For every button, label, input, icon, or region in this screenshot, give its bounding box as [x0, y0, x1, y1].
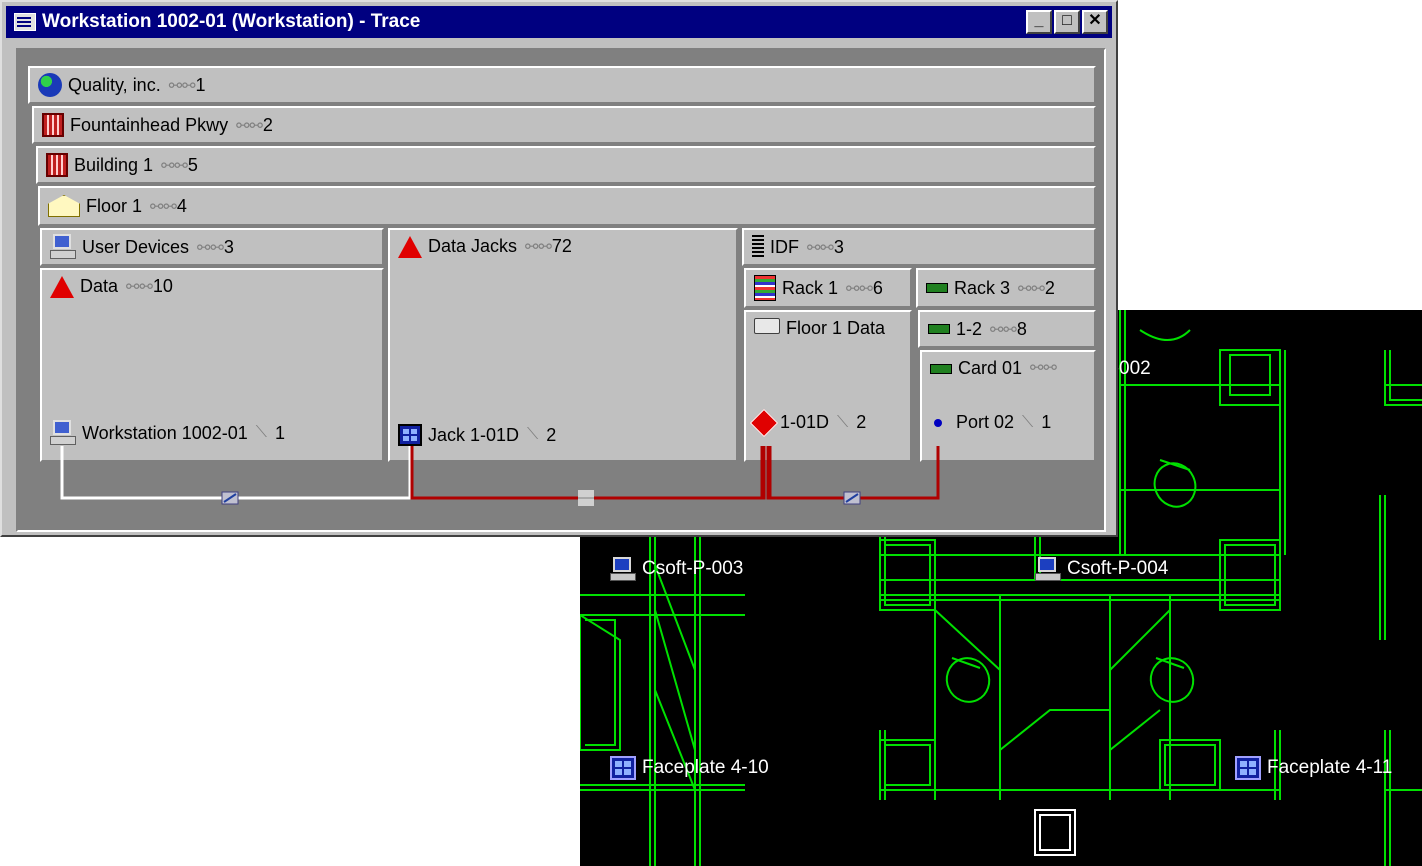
title-bar[interactable]: Workstation 1002-01 (Workstation) - Trac… [6, 6, 1112, 38]
trace-connections [60, 446, 940, 506]
window-controls: _ □ ✕ [1026, 10, 1108, 34]
close-button[interactable]: ✕ [1082, 10, 1108, 34]
computer-icon [610, 556, 636, 582]
minimize-button[interactable]: _ [1026, 10, 1052, 34]
cad-faceplate-4-11[interactable]: Faceplate 4-11 [1235, 756, 1392, 780]
cad-label-text: Csoft-P-003 [642, 558, 744, 579]
trace-window[interactable]: Workstation 1002-01 (Workstation) - Trac… [0, 0, 1118, 537]
window-title: Workstation 1002-01 (Workstation) - Trac… [42, 11, 421, 32]
cad-faceplate-4-10[interactable]: Faceplate 4-10 [610, 756, 769, 780]
cad-device-p003[interactable]: Csoft-P-003 [610, 556, 743, 582]
cad-device-p004[interactable]: Csoft-P-004 [1035, 556, 1168, 582]
faceplate-icon [610, 756, 636, 780]
cad-label-text: Faceplate 4-11 [1267, 757, 1393, 778]
faceplate-icon [1235, 756, 1261, 780]
maximize-button[interactable]: □ [1054, 10, 1080, 34]
cad-label-text: Csoft-P-004 [1067, 558, 1169, 579]
computer-icon [1035, 556, 1061, 582]
window-app-icon[interactable] [14, 13, 36, 31]
cad-label-text: Faceplate 4-10 [642, 757, 769, 778]
trace-content: Quality, inc. ⚯⚯1 Fountainhead Pkwy ⚯⚯2 … [16, 48, 1106, 532]
